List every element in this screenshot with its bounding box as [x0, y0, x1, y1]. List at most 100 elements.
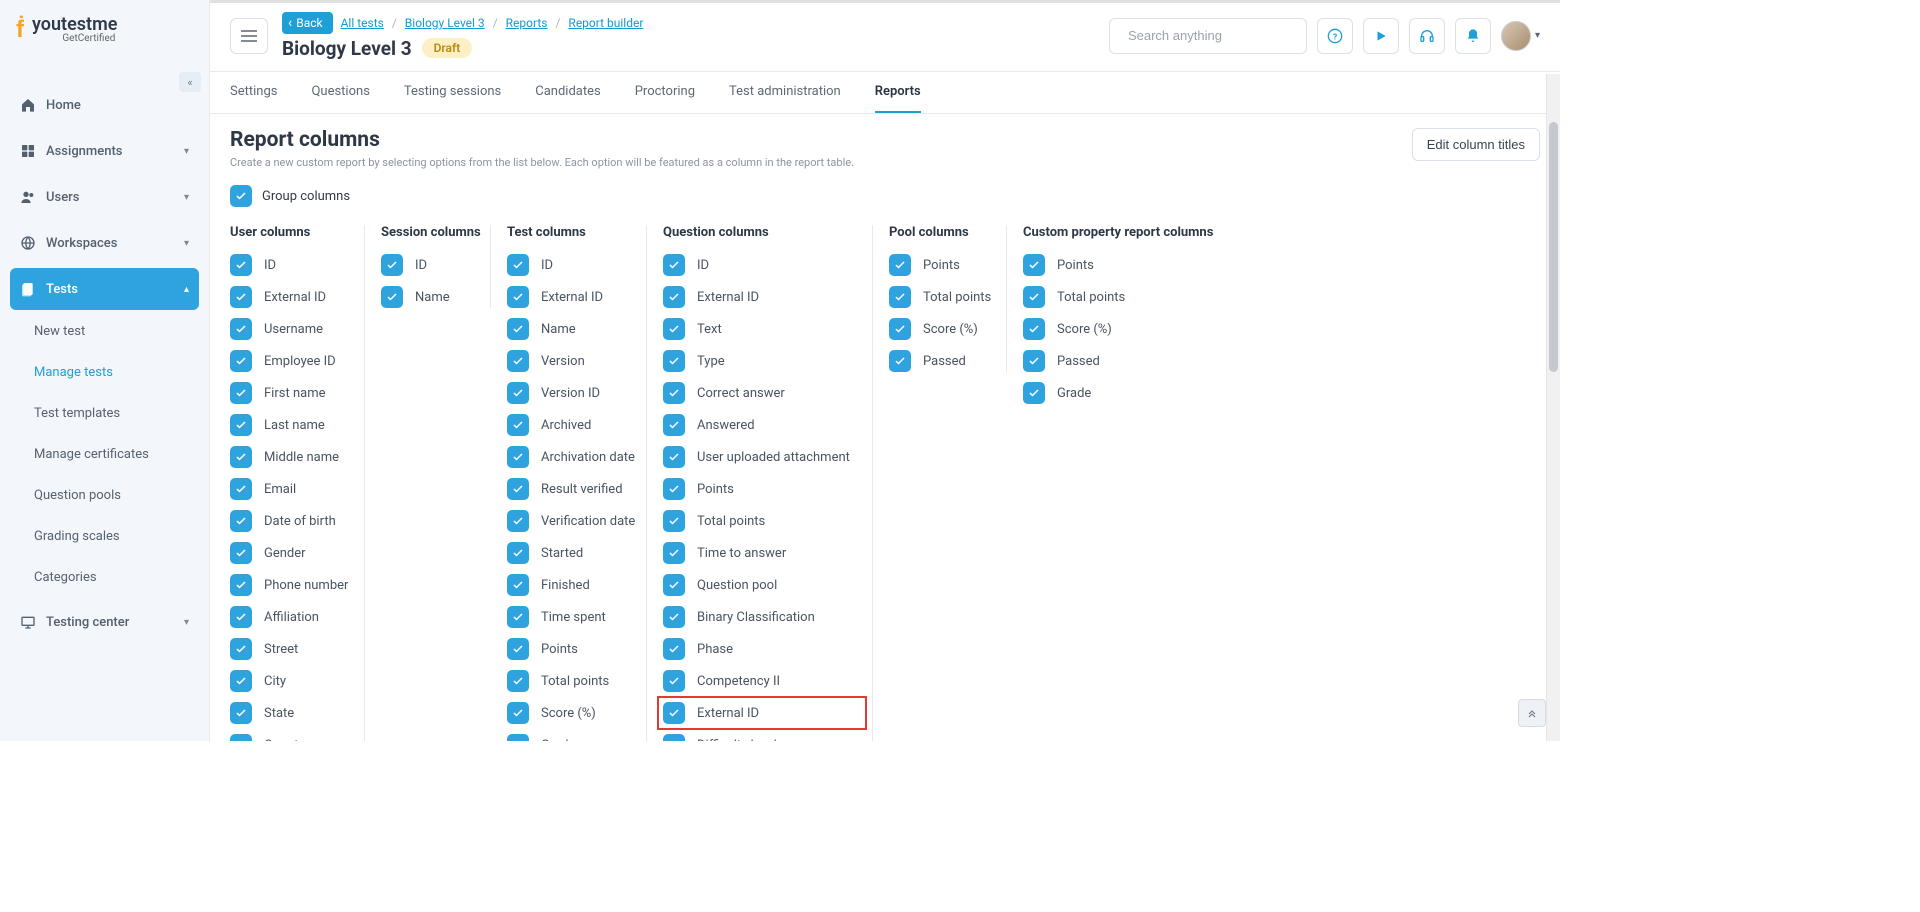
column-checkbox[interactable] [381, 254, 403, 276]
column-checkbox[interactable] [507, 574, 529, 596]
user-menu[interactable]: ▾ [1501, 21, 1540, 51]
column-checkbox[interactable] [889, 318, 911, 340]
column-checkbox[interactable] [507, 638, 529, 660]
crumb-reports[interactable]: Reports [506, 16, 548, 30]
column-checkbox[interactable] [663, 510, 685, 532]
back-button[interactable]: Back [282, 12, 333, 34]
column-checkbox[interactable] [230, 734, 252, 741]
column-checkbox[interactable] [663, 670, 685, 692]
column-checkbox[interactable] [230, 382, 252, 404]
column-checkbox[interactable] [663, 446, 685, 468]
column-checkbox[interactable] [230, 542, 252, 564]
search-input[interactable] [1128, 28, 1304, 43]
tab-settings[interactable]: Settings [230, 72, 277, 113]
help-button[interactable]: ? [1317, 18, 1353, 54]
column-checkbox[interactable] [1023, 350, 1045, 372]
scrollbar-thumb[interactable] [1549, 122, 1558, 372]
scroll-to-top-button[interactable] [1518, 699, 1546, 727]
headset-button[interactable] [1409, 18, 1445, 54]
column-checkbox[interactable] [507, 382, 529, 404]
sidebar-sub-question-pools[interactable]: Question pools [20, 478, 189, 513]
tab-candidates[interactable]: Candidates [535, 72, 600, 113]
column-option: Last name [230, 414, 348, 436]
sidebar-item-workspaces[interactable]: Workspaces▾ [10, 222, 199, 264]
crumb-biology[interactable]: Biology Level 3 [405, 16, 485, 30]
column-checkbox[interactable] [663, 414, 685, 436]
column-checkbox[interactable] [507, 254, 529, 276]
collapse-sidebar-button[interactable]: « [179, 72, 201, 92]
sidebar-item-home[interactable]: Home [10, 84, 199, 126]
column-checkbox[interactable] [507, 446, 529, 468]
sidebar-item-users[interactable]: Users▾ [10, 176, 199, 218]
column-checkbox[interactable] [1023, 286, 1045, 308]
tab-test-administration[interactable]: Test administration [729, 72, 841, 113]
column-checkbox[interactable] [889, 254, 911, 276]
column-checkbox[interactable] [230, 702, 252, 724]
crumb-all-tests[interactable]: All tests [341, 16, 384, 30]
column-checkbox[interactable] [230, 574, 252, 596]
search-field[interactable] [1109, 18, 1307, 54]
tab-proctoring[interactable]: Proctoring [635, 72, 695, 113]
column-checkbox[interactable] [663, 478, 685, 500]
sidebar-item-assignments[interactable]: Assignments▾ [10, 130, 199, 172]
column-checkbox[interactable] [1023, 318, 1045, 340]
sidebar-sub-manage-tests[interactable]: Manage tests [20, 355, 189, 390]
page-scrollbar[interactable] [1546, 74, 1560, 741]
column-checkbox[interactable] [230, 606, 252, 628]
column-checkbox[interactable] [381, 286, 403, 308]
column-checkbox[interactable] [663, 606, 685, 628]
column-checkbox[interactable] [507, 286, 529, 308]
column-checkbox[interactable] [230, 414, 252, 436]
sidebar-sub-test-templates[interactable]: Test templates [20, 396, 189, 431]
column-checkbox[interactable] [507, 318, 529, 340]
column-checkbox[interactable] [230, 254, 252, 276]
column-checkbox[interactable] [230, 286, 252, 308]
column-checkbox[interactable] [663, 702, 685, 724]
sidebar-sub-new-test[interactable]: New test [20, 314, 189, 349]
edit-column-titles-button[interactable]: Edit column titles [1412, 128, 1540, 161]
sidebar-sub-manage-certificates[interactable]: Manage certificates [20, 437, 189, 472]
column-checkbox[interactable] [663, 350, 685, 372]
column-checkbox[interactable] [1023, 254, 1045, 276]
column-checkbox[interactable] [663, 318, 685, 340]
column-checkbox[interactable] [230, 510, 252, 532]
column-checkbox[interactable] [663, 254, 685, 276]
column-checkbox[interactable] [889, 350, 911, 372]
hamburger-button[interactable] [230, 18, 268, 54]
sidebar-sub-grading-scales[interactable]: Grading scales [20, 519, 189, 554]
column-checkbox[interactable] [889, 286, 911, 308]
column-checkbox[interactable] [230, 318, 252, 340]
column-checkbox[interactable] [507, 414, 529, 436]
column-checkbox[interactable] [663, 734, 685, 741]
column-checkbox[interactable] [663, 574, 685, 596]
column-checkbox[interactable] [507, 542, 529, 564]
group-columns-checkbox[interactable] [230, 185, 252, 207]
tab-reports[interactable]: Reports [875, 72, 921, 113]
column-checkbox[interactable] [507, 606, 529, 628]
column-option: External ID [663, 702, 856, 724]
column-checkbox[interactable] [230, 638, 252, 660]
column-checkbox[interactable] [507, 510, 529, 532]
column-checkbox[interactable] [230, 670, 252, 692]
column-checkbox[interactable] [507, 734, 529, 741]
column-checkbox[interactable] [663, 382, 685, 404]
column-checkbox[interactable] [230, 478, 252, 500]
notifications-button[interactable] [1455, 18, 1491, 54]
column-checkbox[interactable] [507, 702, 529, 724]
column-checkbox[interactable] [507, 478, 529, 500]
column-checkbox[interactable] [663, 286, 685, 308]
column-checkbox[interactable] [1023, 382, 1045, 404]
crumb-report-builder[interactable]: Report builder [568, 16, 643, 30]
column-checkbox[interactable] [663, 542, 685, 564]
column-checkbox[interactable] [507, 670, 529, 692]
sidebar-item-testing-center[interactable]: Testing center▾ [10, 601, 199, 643]
sidebar-item-tests[interactable]: Tests▴ [10, 268, 199, 310]
column-checkbox[interactable] [230, 350, 252, 372]
column-checkbox[interactable] [663, 638, 685, 660]
tab-testing-sessions[interactable]: Testing sessions [404, 72, 501, 113]
sidebar-sub-categories[interactable]: Categories [20, 560, 189, 595]
tab-questions[interactable]: Questions [311, 72, 369, 113]
play-button[interactable] [1363, 18, 1399, 54]
column-checkbox[interactable] [230, 446, 252, 468]
column-checkbox[interactable] [507, 350, 529, 372]
